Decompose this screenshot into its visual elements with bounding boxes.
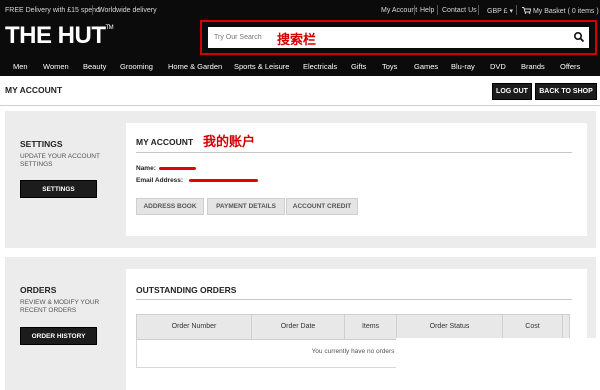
- column-cost[interactable]: Cost: [503, 315, 563, 339]
- panel-divider: [136, 152, 572, 153]
- nav-item-brands[interactable]: Brands: [521, 62, 545, 71]
- title-divider: [0, 105, 600, 106]
- top-utility-bar: FREE Delivery with £15 spend Worldwide d…: [0, 0, 600, 20]
- logo-trademark: TM: [105, 25, 114, 31]
- basket-label: My Basket ( 0 items ): [532, 8, 599, 15]
- search-annotation: 搜索栏: [277, 33, 317, 48]
- nav-item-games[interactable]: Games: [414, 62, 438, 71]
- site-logo[interactable]: THE HUTTM: [5, 22, 114, 50]
- topbar-divider: [92, 5, 93, 15]
- search-icon[interactable]: [573, 31, 585, 43]
- outstanding-orders-title: OUTSTANDING ORDERS: [136, 285, 237, 295]
- logout-button[interactable]: LOG OUT: [492, 83, 532, 100]
- search-bar: 搜索栏: [208, 27, 589, 48]
- chevron-down-icon: ▾: [509, 8, 513, 15]
- column-order-number[interactable]: Order Number: [137, 315, 252, 339]
- address-book-button[interactable]: ADDRESS BOOK: [136, 198, 204, 215]
- topbar-divider: [516, 5, 517, 15]
- nav-item-sports-leisure[interactable]: Sports & Leisure: [234, 62, 289, 71]
- topbar-divider: [478, 5, 479, 15]
- redacted-email: [189, 179, 258, 182]
- nav-item-electricals[interactable]: Electricals: [303, 62, 337, 71]
- page-title: MY ACCOUNT: [5, 85, 63, 95]
- nav-item-men[interactable]: Men: [13, 62, 28, 71]
- search-input[interactable]: [208, 27, 508, 48]
- settings-section: SETTINGS UPDATE YOUR ACCOUNT SETTINGS SE…: [5, 111, 596, 248]
- panel-divider: [136, 299, 572, 300]
- nav-item-gifts[interactable]: Gifts: [351, 62, 366, 71]
- nav-item-dvd[interactable]: DVD: [490, 62, 506, 71]
- currency-label: GBP £: [487, 8, 508, 15]
- name-label: Name:: [136, 165, 156, 172]
- redacted-name: [159, 167, 196, 170]
- my-account-panel: MY ACCOUNT 我的账户 Name: Email Address: ADD…: [126, 123, 587, 236]
- topbar-divider: [437, 5, 438, 15]
- nav-item-offers[interactable]: Offers: [560, 62, 580, 71]
- nav-item-grooming[interactable]: Grooming: [120, 62, 153, 71]
- order-history-button[interactable]: ORDER HISTORY: [20, 327, 97, 345]
- settings-description: UPDATE YOUR ACCOUNT SETTINGS: [20, 153, 100, 168]
- email-label: Email Address:: [136, 177, 184, 184]
- my-account-panel-title: MY ACCOUNT: [136, 137, 194, 147]
- nav-item-beauty[interactable]: Beauty: [83, 62, 106, 71]
- basket-link[interactable]: My Basket ( 0 items ): [522, 7, 599, 15]
- logo-text: THE HUT: [5, 22, 106, 49]
- main-navigation: Men Women Beauty Grooming Home & Garden …: [0, 58, 600, 76]
- site-header: FREE Delivery with £15 spend Worldwide d…: [0, 0, 600, 76]
- column-order-date[interactable]: Order Date: [252, 315, 345, 339]
- cropped-area: [396, 338, 600, 390]
- nav-item-women[interactable]: Women: [43, 62, 69, 71]
- help-link[interactable]: Help: [420, 7, 434, 14]
- settings-button[interactable]: SETTINGS: [20, 180, 97, 198]
- nav-item-blu-ray[interactable]: Blu-ray: [451, 62, 475, 71]
- back-to-shop-button[interactable]: BACK TO SHOP: [535, 83, 597, 100]
- currency-selector[interactable]: GBP £ ▾: [487, 7, 513, 15]
- payment-details-button[interactable]: PAYMENT DETAILS: [207, 198, 285, 215]
- topbar-divider: [414, 5, 415, 15]
- orders-description: REVIEW & MODIFY YOUR RECENT ORDERS: [20, 299, 100, 314]
- nav-item-toys[interactable]: Toys: [382, 62, 397, 71]
- orders-title: ORDERS: [20, 285, 57, 295]
- account-credit-button[interactable]: ACCOUNT CREDIT: [286, 198, 358, 215]
- column-order-status[interactable]: Order Status: [397, 315, 503, 339]
- search-highlight-frame: 搜索栏: [200, 20, 597, 55]
- my-account-link[interactable]: My Account: [381, 7, 417, 14]
- orders-table-header: Order Number Order Date Items Order Stat…: [136, 314, 570, 340]
- free-delivery-promo[interactable]: FREE Delivery with £15 spend: [5, 7, 100, 14]
- nav-item-home-garden[interactable]: Home & Garden: [168, 62, 222, 71]
- settings-title: SETTINGS: [20, 139, 63, 149]
- column-items[interactable]: Items: [345, 315, 397, 339]
- basket-icon: [522, 7, 532, 14]
- worldwide-delivery-link[interactable]: Worldwide delivery: [98, 7, 157, 14]
- my-account-annotation: 我的账户: [203, 135, 256, 150]
- contact-us-link[interactable]: Contact Us: [442, 7, 477, 14]
